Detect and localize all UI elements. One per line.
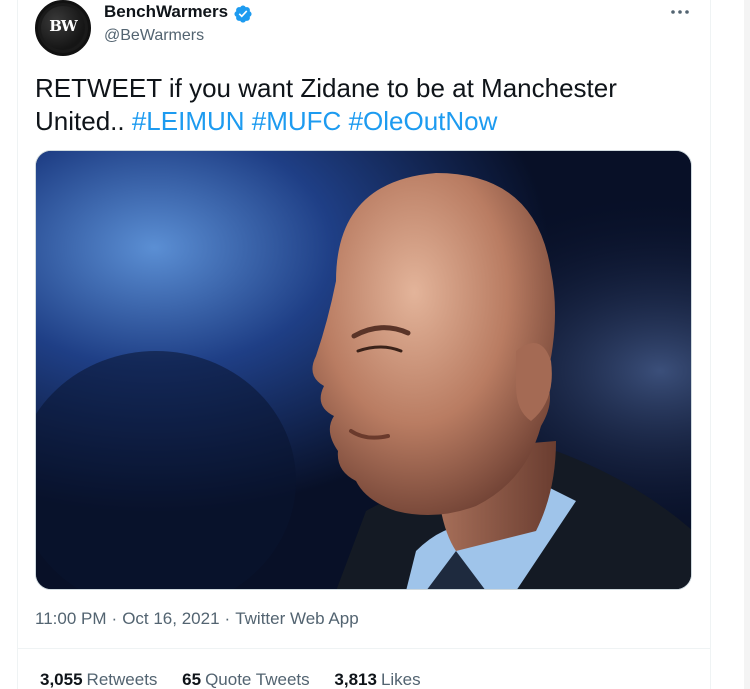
page-edge xyxy=(744,0,750,689)
tweet-source-link[interactable]: Twitter Web App xyxy=(235,609,358,629)
tweet-text: RETWEET if you want Zidane to be at Manc… xyxy=(35,72,685,138)
divider xyxy=(17,648,710,649)
hashtag-link[interactable]: #MUFC xyxy=(252,106,342,136)
retweets-stat[interactable]: 3,055 Retweets xyxy=(40,670,157,689)
separator-dot: · xyxy=(111,609,118,628)
likes-stat[interactable]: 3,813 Likes xyxy=(334,670,420,689)
avatar[interactable]: BW xyxy=(35,0,91,56)
tweet-media-photo[interactable] xyxy=(35,150,692,590)
tweet-metadata: 11:00 PM · Oct 16, 2021 · Twitter Web App xyxy=(35,609,359,629)
tweet-date[interactable]: Oct 16, 2021 xyxy=(122,609,219,629)
likes-count: 3,813 xyxy=(334,670,377,689)
avatar-logo-text: BW xyxy=(49,17,78,35)
likes-label: Likes xyxy=(380,670,421,689)
tweet-time[interactable]: 11:00 PM xyxy=(35,609,107,629)
frame-border-right xyxy=(710,0,711,689)
retweets-label: Retweets xyxy=(86,670,158,689)
more-horizontal-icon[interactable] xyxy=(668,4,692,20)
photo-illustration xyxy=(36,151,691,589)
frame-border-left xyxy=(17,0,18,689)
hashtag-link[interactable]: #OleOutNow xyxy=(349,106,498,136)
quote-tweets-count: 65 xyxy=(182,670,202,689)
quote-tweets-stat[interactable]: 65 Quote Tweets xyxy=(182,670,310,689)
verified-badge-icon xyxy=(234,5,252,23)
hashtag-link[interactable]: #LEIMUN xyxy=(132,106,245,136)
tweet-stats: 3,055 Retweets 65 Quote Tweets 3,813 Likes xyxy=(40,670,441,689)
separator-dot: · xyxy=(224,609,231,628)
handle[interactable]: @BeWarmers xyxy=(104,27,204,45)
retweets-count: 3,055 xyxy=(40,670,83,689)
display-name[interactable]: BenchWarmers xyxy=(104,2,228,22)
quote-tweets-label: Quote Tweets xyxy=(205,670,310,689)
